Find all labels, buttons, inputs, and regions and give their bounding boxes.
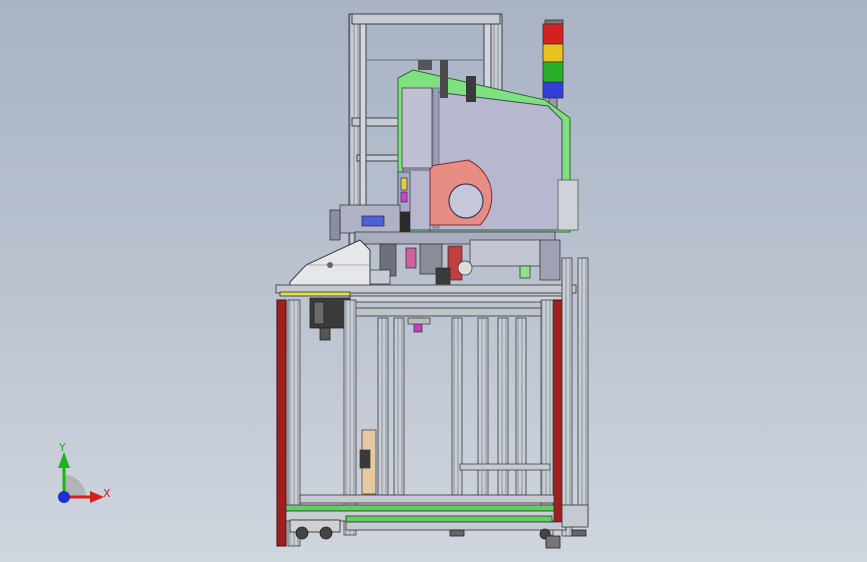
machine-model[interactable] <box>0 0 867 562</box>
feed-chute-guard <box>289 239 371 287</box>
orientation-triad: Y X <box>44 438 124 518</box>
triad-y-label: Y <box>59 441 66 454</box>
triad-x-label: X <box>103 487 111 500</box>
triad-graphic <box>58 452 104 503</box>
cad-viewport[interactable]: Y X <box>0 0 867 562</box>
